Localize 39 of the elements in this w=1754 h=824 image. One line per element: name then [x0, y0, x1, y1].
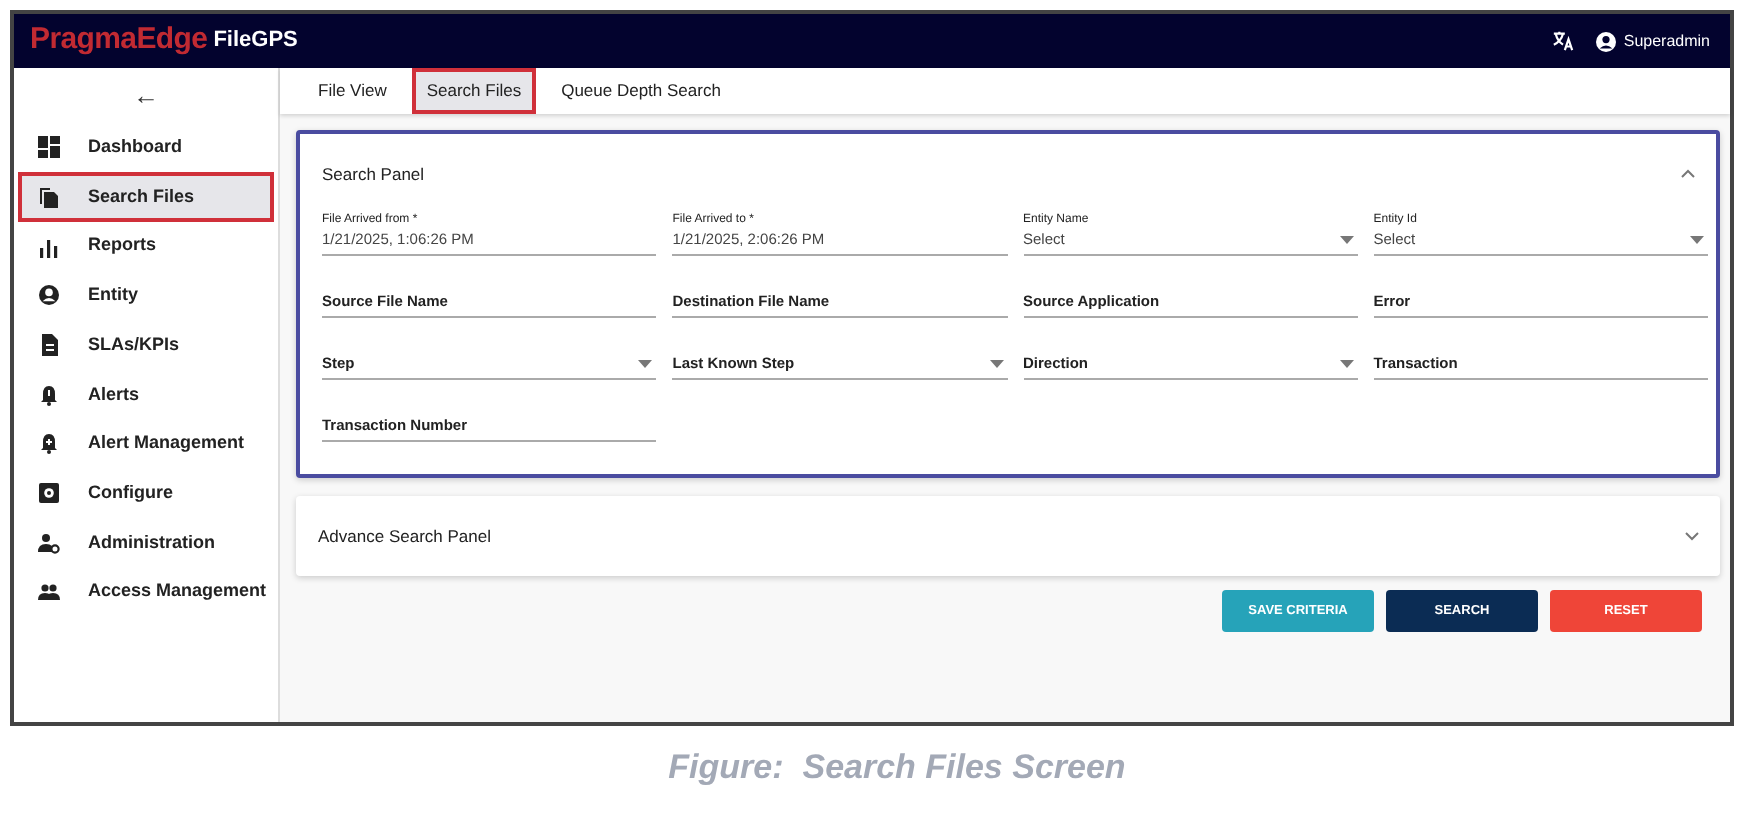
user-circle-icon	[38, 284, 60, 307]
figure-caption: Figure: Search Files Screen	[666, 746, 1128, 790]
caret-icon	[1690, 236, 1704, 244]
caret-icon	[1339, 236, 1354, 244]
tab[interactable]: Queue Depth Search	[547, 68, 735, 114]
panel-title: Search Panel	[322, 161, 425, 187]
translate-icon[interactable]	[1551, 30, 1574, 52]
user-icon[interactable]	[1595, 31, 1616, 51]
file-copy-icon	[38, 186, 60, 209]
caret-icon	[638, 360, 653, 368]
tab[interactable]: Search Files	[412, 68, 536, 114]
sidebar-item[interactable]: SLAs/KPIs	[18, 320, 274, 370]
sidebar-item[interactable]: Search Files	[18, 172, 274, 222]
tab[interactable]: File View	[304, 68, 401, 114]
brand-logo: PragmaEdge	[30, 20, 208, 61]
sidebar-item[interactable]: Configure	[18, 468, 274, 518]
chevron-icon[interactable]	[1680, 165, 1696, 182]
caret-icon	[1339, 360, 1354, 368]
bar-chart-icon	[38, 235, 60, 258]
document-icon	[38, 334, 60, 357]
panel-title: Advance Search Panel	[318, 523, 491, 549]
sidebar-item[interactable]: Alert Management	[18, 419, 274, 469]
product-name: FileGPS	[213, 26, 298, 57]
advance-search-panel[interactable]: Advance Search Panel	[296, 496, 1720, 576]
people-icon	[38, 581, 60, 604]
bell-icon	[38, 432, 60, 455]
sidebar-item[interactable]: Entity	[18, 271, 274, 321]
sidebar-item[interactable]: Access Management	[18, 567, 274, 617]
sidebar-item[interactable]: Administration	[18, 518, 274, 568]
bell-icon	[38, 383, 60, 406]
user-settings-icon	[38, 531, 60, 554]
caret-icon	[989, 360, 1003, 368]
chevron-icon[interactable]	[1684, 527, 1700, 544]
sidebar-item[interactable]: Alerts	[18, 369, 274, 420]
dashboard-icon	[38, 136, 60, 159]
sidebar-item[interactable]: Dashboard	[18, 123, 274, 173]
settings-icon	[38, 482, 60, 505]
sidebar-item[interactable]: Reports	[18, 221, 274, 272]
user-name[interactable]: Superadmin	[1623, 29, 1710, 53]
